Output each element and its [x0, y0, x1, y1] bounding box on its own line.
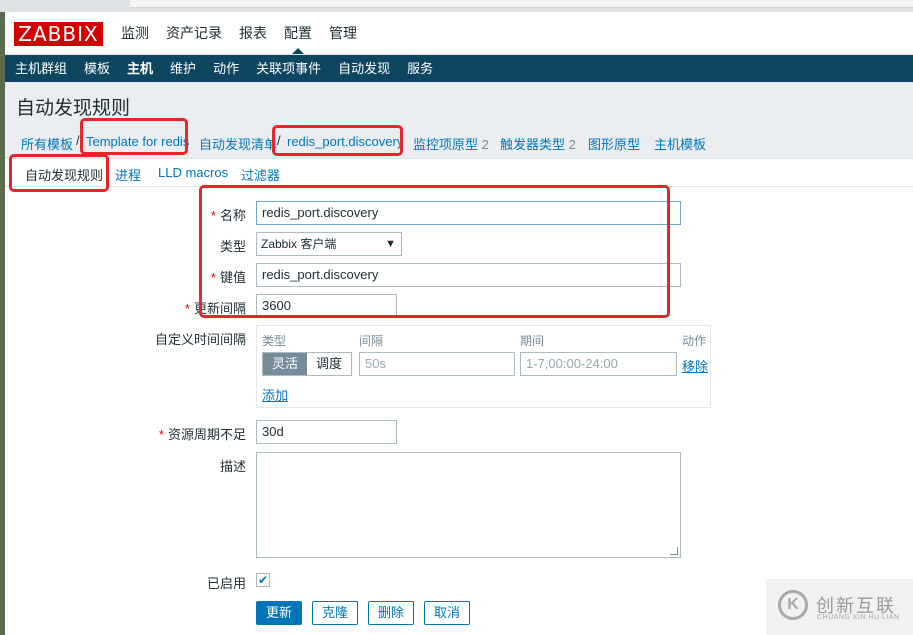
name-input[interactable]: redis_port.discovery [256, 201, 681, 225]
breadcrumb-host-prototypes[interactable]: 主机模板 [654, 134, 706, 153]
required-mark: * [184, 301, 190, 316]
breadcrumb-item-prototypes[interactable]: 监控项原型 2 [413, 134, 489, 153]
description-label: 描述 [219, 459, 246, 474]
watermark-logo-icon: K [778, 590, 808, 620]
update-interval-label: * 更新间隔 [185, 298, 246, 317]
column-header-period: 期间 [520, 334, 545, 348]
remove-interval-link[interactable]: 移除 [682, 356, 708, 375]
breadcrumb-graph-prototypes[interactable]: 图形原型 [588, 134, 640, 153]
column-header-interval: 间隔 [359, 334, 384, 348]
subnav-discovery[interactable]: 自动发现 [338, 55, 390, 82]
description-textarea[interactable] [256, 452, 681, 558]
top-menu: 监测 资产记录 报表 配置 管理 [121, 12, 374, 54]
watermark-subtext: CHUANG XIN HU LIAN [817, 614, 900, 621]
checkmark-icon: ✔ [257, 573, 269, 587]
subnav-hosts[interactable]: 主机 [127, 55, 153, 82]
tab-discovery-rule[interactable]: 自动发现规则 [25, 165, 104, 191]
breadcrumb-discovery-list[interactable]: 自动发现清单 [199, 134, 277, 153]
resize-handle-icon[interactable] [670, 547, 678, 555]
breadcrumb-separator: / [76, 133, 80, 148]
breadcrumb-separator: / [277, 133, 281, 148]
interval-type-flexible[interactable]: 灵活 [263, 353, 308, 375]
subnav-actions[interactable]: 动作 [213, 55, 239, 82]
menu-reports[interactable]: 报表 [239, 12, 267, 54]
column-header-action: 动作 [682, 334, 707, 348]
type-select-value: Zabbix 客户端 [261, 237, 337, 251]
tab-filters[interactable]: 过滤器 [241, 165, 280, 184]
required-mark: * [210, 270, 216, 285]
lifetime-label-text: 资源周期不足 [167, 427, 246, 442]
trigger-prototypes-label: 触发器类型 [500, 137, 566, 152]
interval-type-toggle: 灵活 调度 [262, 352, 353, 376]
key-label: * 键值 [211, 267, 246, 286]
cancel-button[interactable]: 取消 [424, 601, 471, 625]
item-prototypes-label: 监控项原型 [413, 137, 479, 152]
lifetime-input[interactable]: 30d [256, 420, 397, 444]
type-select[interactable]: Zabbix 客户端 ▼ [256, 232, 402, 256]
subnav-maintenance[interactable]: 维护 [170, 55, 196, 82]
item-prototypes-count: 2 [481, 137, 489, 152]
custom-interval-input[interactable]: 50s [359, 352, 515, 376]
update-interval-label-text: 更新间隔 [193, 301, 246, 316]
zabbix-logo[interactable]: ZABBIX [14, 22, 103, 46]
enabled-checkbox[interactable]: ✔ [256, 573, 270, 587]
delete-button[interactable]: 删除 [368, 601, 415, 625]
tab-process[interactable]: 进程 [115, 165, 141, 184]
breadcrumb-template[interactable]: Template for redis [86, 134, 189, 149]
menu-inventory[interactable]: 资产记录 [166, 12, 222, 54]
browser-top-strip [0, 0, 913, 12]
interval-type-scheduling[interactable]: 调度 [307, 353, 352, 375]
watermark: K 创新互联 CHUANG XIN HU LIAN [766, 579, 913, 635]
name-label-text: 名称 [219, 208, 246, 223]
key-label-text: 键值 [219, 270, 246, 285]
subnav-services[interactable]: 服务 [407, 55, 433, 82]
tab-bar: 自动发现规则 进程 LLD macros 过滤器 [5, 159, 913, 191]
browser-top-bar [130, 0, 913, 8]
clone-button[interactable]: 克隆 [312, 601, 359, 625]
menu-monitoring[interactable]: 监测 [121, 12, 149, 54]
tab-lld-macros[interactable]: LLD macros [158, 165, 228, 180]
required-mark: * [158, 427, 164, 442]
trigger-prototypes-count: 2 [568, 137, 576, 152]
custom-intervals-table: 类型 间隔 期间 动作 灵活 调度 50s 1-7,00:00-24:00 移除… [256, 325, 711, 408]
breadcrumb-trigger-prototypes[interactable]: 触发器类型 2 [500, 134, 576, 153]
page-title: 自动发现规则 [16, 98, 131, 119]
subnav-templates[interactable]: 模板 [84, 55, 110, 82]
subnav-event-correlation[interactable]: 关联项事件 [256, 55, 321, 82]
menu-configuration[interactable]: 配置 [284, 12, 312, 54]
breadcrumb: 所有模板 / Template for redis 自动发现清单 / redis… [5, 126, 913, 158]
breadcrumb-all-templates[interactable]: 所有模板 [21, 134, 73, 153]
sub-navigation: 主机群组 模板 主机 维护 动作 关联项事件 自动发现 服务 [5, 55, 913, 82]
add-interval-link[interactable]: 添加 [262, 385, 288, 404]
form-card: 自动发现规则 进程 LLD macros 过滤器 * 名称 redis_port.… [5, 158, 913, 635]
key-input[interactable]: redis_port.discovery [256, 263, 681, 287]
required-mark: * [210, 208, 216, 223]
lifetime-label: * 资源周期不足 [159, 424, 246, 443]
custom-intervals-label: 自定义时间间隔 [154, 332, 246, 347]
enabled-label: 已启用 [206, 576, 246, 591]
type-label: 类型 [219, 239, 246, 254]
custom-period-input[interactable]: 1-7,00:00-24:00 [520, 352, 677, 376]
chevron-down-icon: ▼ [385, 238, 396, 250]
subnav-host-groups[interactable]: 主机群组 [15, 55, 67, 82]
top-header: ZABBIX 监测 资产记录 报表 配置 管理 [5, 12, 913, 55]
update-button[interactable]: 更新 [256, 601, 303, 625]
name-label: * 名称 [211, 205, 246, 224]
update-interval-input[interactable]: 3600 [256, 294, 397, 318]
column-header-type: 类型 [262, 334, 287, 348]
breadcrumb-rule[interactable]: redis_port.discovery [287, 134, 403, 149]
menu-administration[interactable]: 管理 [329, 12, 357, 54]
